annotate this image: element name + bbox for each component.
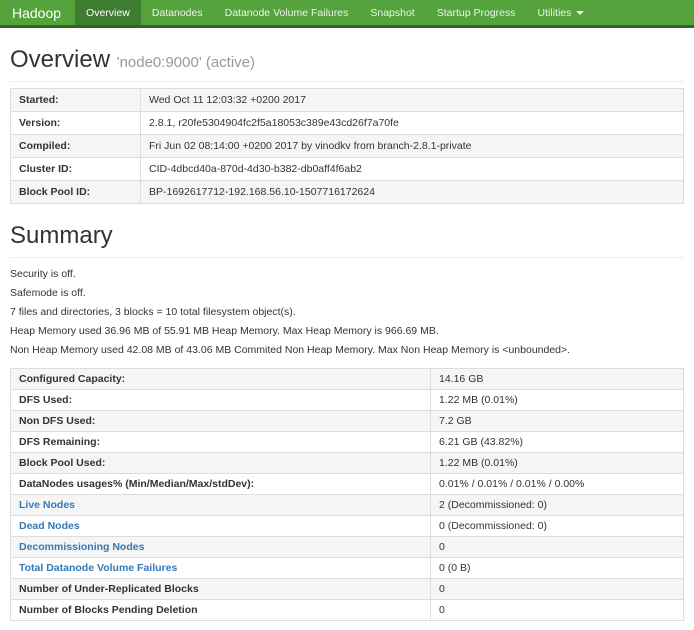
table-row: Started:Wed Oct 11 12:03:32 +0200 2017 [11,89,684,112]
summary-note-2: 7 files and directories, 3 blocks = 10 t… [10,306,684,318]
table-row: Compiled:Fri Jun 02 08:14:00 +0200 2017 … [11,135,684,158]
nav-item-datanode-volume-failures[interactable]: Datanode Volume Failures [214,0,360,25]
table-row: Version:2.8.1, r20fe5304904fc2f5a18053c3… [11,112,684,135]
namenode-address-label: 'node0:9000' (active) [117,54,255,71]
stats-label-block-pool-used: Block Pool Used: [11,453,431,474]
table-row: Block Pool Used:1.22 MB (0.01%) [11,453,684,474]
stats-value-configured-capacity: 14.16 GB [431,369,684,390]
info-label-block-pool-id: Block Pool ID: [11,181,141,204]
stats-label-decommissioning-nodes: Decommissioning Nodes [11,537,431,558]
stats-value-number-of-blocks-pending-deletion: 0 [431,600,684,621]
info-label-compiled: Compiled: [11,135,141,158]
table-row: Live Nodes 2 (Decommissioned: 0) [11,495,684,516]
info-value-started: Wed Oct 11 12:03:32 +0200 2017 [141,89,684,112]
stats-value-number-of-under-replicated-blocks: 0 [431,579,684,600]
summary-heading: Summary [10,222,684,258]
decommissioning-nodes-link[interactable]: Decommissioning Nodes [19,541,144,553]
dead-nodes-link[interactable]: Dead Nodes [19,520,80,532]
table-row: Total Datanode Volume Failures 0 (0 B) [11,558,684,579]
table-row: Decommissioning Nodes 0 [11,537,684,558]
hadoop-brand-link[interactable]: Hadoop [0,0,75,25]
nav-item-utilities[interactable]: Utilities [527,0,596,25]
summary-notes: Security is off. Safemode is off. 7 files … [10,268,684,356]
page-content: Overview 'node0:9000' (active) Started:W… [0,46,694,621]
cluster-info-table: Started:Wed Oct 11 12:03:32 +0200 2017Ve… [10,88,684,204]
overview-heading: Overview 'node0:9000' (active) [10,46,684,82]
navbar: Hadoop OverviewDatanodesDatanode Volume … [0,0,694,28]
table-row: Cluster ID:CID-4dbcd40a-870d-4d30-b382-d… [11,158,684,181]
stats-label-live-nodes: Live Nodes [11,495,431,516]
stats-value-dfs-used: 1.22 MB (0.01%) [431,390,684,411]
info-label-started: Started: [11,89,141,112]
nav-item-overview[interactable]: Overview [75,0,141,25]
info-label-cluster-id: Cluster ID: [11,158,141,181]
table-row: Configured Capacity:14.16 GB [11,369,684,390]
info-value-block-pool-id: BP-1692617712-192.168.56.10-150771617262… [141,181,684,204]
summary-note-3: Heap Memory used 36.96 MB of 55.91 MB He… [10,325,684,337]
summary-note-1: Safemode is off. [10,287,684,299]
caret-down-icon [576,11,584,15]
stats-label-number-of-blocks-pending-deletion: Number of Blocks Pending Deletion [11,600,431,621]
info-value-cluster-id: CID-4dbcd40a-870d-4d30-b382-db0aff4f6ab2 [141,158,684,181]
table-row: Dead Nodes 0 (Decommissioned: 0) [11,516,684,537]
stats-value-block-pool-used: 1.22 MB (0.01%) [431,453,684,474]
stats-value-decommissioning-nodes: 0 [431,537,684,558]
table-row: Number of Under-Replicated Blocks0 [11,579,684,600]
table-row: Block Pool ID:BP-1692617712-192.168.56.1… [11,181,684,204]
info-value-compiled: Fri Jun 02 08:14:00 +0200 2017 by vinodk… [141,135,684,158]
info-label-version: Version: [11,112,141,135]
table-row: Non DFS Used:7.2 GB [11,411,684,432]
summary-stats-table: Configured Capacity:14.16 GBDFS Used:1.2… [10,368,684,621]
stats-value-live-nodes: 2 (Decommissioned: 0) [431,495,684,516]
table-row: DFS Remaining:6.21 GB (43.82%) [11,432,684,453]
stats-label-non-dfs-used: Non DFS Used: [11,411,431,432]
summary-title: Summary [10,222,113,249]
stats-label-dfs-remaining: DFS Remaining: [11,432,431,453]
nav-item-datanodes[interactable]: Datanodes [141,0,214,25]
summary-note-4: Non Heap Memory used 42.08 MB of 43.06 M… [10,344,684,356]
stats-label-dead-nodes: Dead Nodes [11,516,431,537]
live-nodes-link[interactable]: Live Nodes [19,499,75,511]
stats-label-configured-capacity: Configured Capacity: [11,369,431,390]
info-value-version: 2.8.1, r20fe5304904fc2f5a18053c389e43cd2… [141,112,684,135]
nav-item-snapshot[interactable]: Snapshot [359,0,425,25]
navbar-menu: OverviewDatanodesDatanode Volume Failure… [75,0,595,25]
nav-item-startup-progress[interactable]: Startup Progress [426,0,527,25]
stats-value-dfs-remaining: 6.21 GB (43.82%) [431,432,684,453]
stats-label-number-of-under-replicated-blocks: Number of Under-Replicated Blocks [11,579,431,600]
stats-label-dfs-used: DFS Used: [11,390,431,411]
total-datanode-volume-failures-link[interactable]: Total Datanode Volume Failures [19,562,177,574]
stats-value-dead-nodes: 0 (Decommissioned: 0) [431,516,684,537]
stats-value-total-datanode-volume-failures: 0 (0 B) [431,558,684,579]
page-title: Overview [10,46,110,73]
stats-value-datanodes-usages-min-median-max-stddev: 0.01% / 0.01% / 0.01% / 0.00% [431,474,684,495]
stats-label-datanodes-usages-min-median-max-stddev: DataNodes usages% (Min/Median/Max/stdDev… [11,474,431,495]
table-row: DataNodes usages% (Min/Median/Max/stdDev… [11,474,684,495]
summary-note-0: Security is off. [10,268,684,280]
stats-label-total-datanode-volume-failures: Total Datanode Volume Failures [11,558,431,579]
stats-value-non-dfs-used: 7.2 GB [431,411,684,432]
table-row: DFS Used:1.22 MB (0.01%) [11,390,684,411]
table-row: Number of Blocks Pending Deletion0 [11,600,684,621]
